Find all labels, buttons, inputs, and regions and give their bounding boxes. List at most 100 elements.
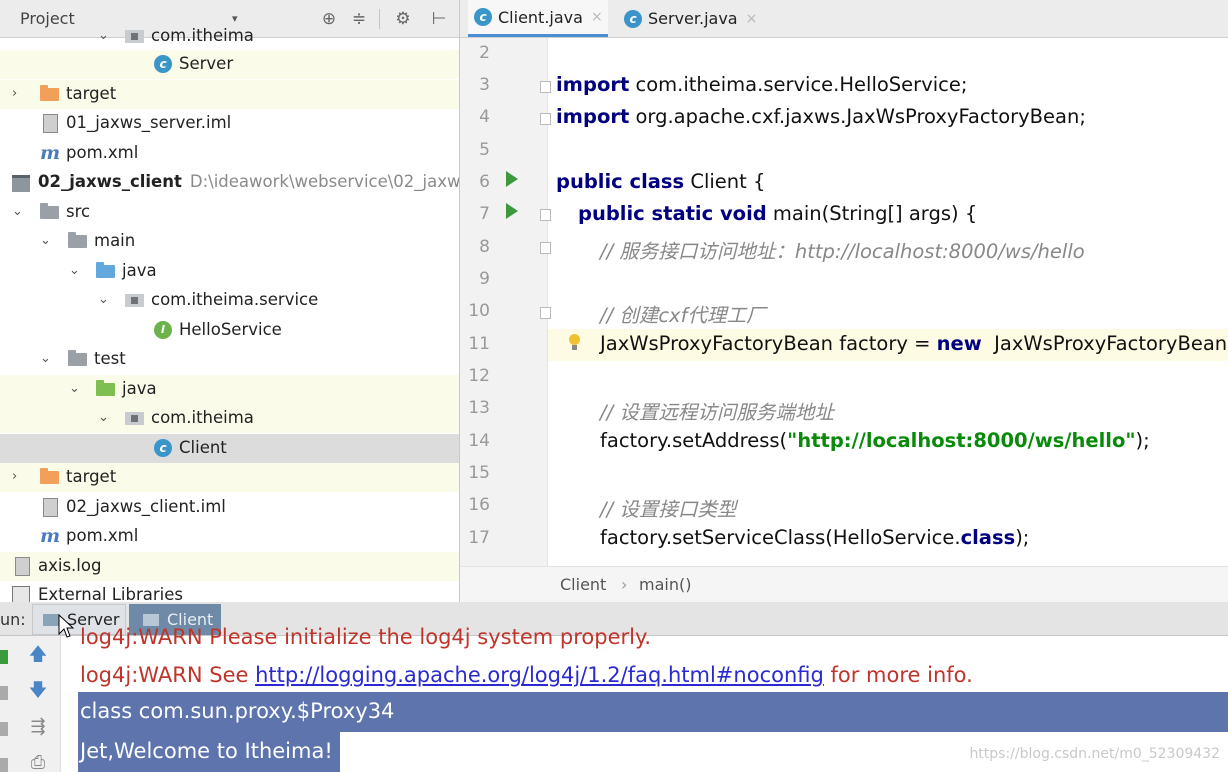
camera-icon[interactable] [0,758,8,772]
code-line: factory.setAddress("http://localhost:800… [548,426,1228,458]
keyword: class [960,526,1016,549]
tree-item-pom[interactable]: m pom.xml [0,139,459,168]
tree-item-label: 01_jaxws_server.iml [66,113,232,132]
tree-item-server[interactable]: c Server [0,50,459,79]
library-icon [12,586,32,602]
code-line: public static void main(String[] args) { [548,199,1228,231]
tree-item-pom-client[interactable]: m pom.xml [0,522,459,551]
comment: // 设置接口类型 [600,498,737,521]
tree-item-com-itheima-top[interactable]: ⌄ com.itheima [0,22,459,51]
chevron-down-icon[interactable]: ⌄ [98,292,112,308]
chevron-down-icon[interactable]: ⌄ [40,233,54,249]
run-icon[interactable] [506,171,518,187]
soft-wrap-icon[interactable]: ⇶ [24,716,52,738]
tree-item-label: External Libraries [38,585,183,602]
rerun-icon[interactable] [0,650,8,664]
code-line: factory.setServiceClass(HelloService.cla… [548,523,1228,555]
chevron-down-icon[interactable]: ⌄ [98,28,112,44]
package-icon [125,27,145,45]
tree-item-external-libraries[interactable]: External Libraries [0,581,459,602]
lightbulb-icon[interactable] [568,334,581,352]
code-line: // 创建cxf代理工厂 [548,296,1228,328]
code-line: // 设置远程访问服务端地址 [548,393,1228,425]
tree-item-label: com.itheima.service [151,290,319,309]
code-line: // 服务接口访问地址：http://localhost:8000/ws/hel… [548,232,1228,264]
module-icon [12,173,32,192]
chevron-down-icon[interactable]: ⌄ [69,263,83,279]
run-toolbar: 🡅 🡇 ⇶ ⎙ [0,636,61,772]
tree-item-server-iml[interactable]: 01_jaxws_server.iml [0,109,459,138]
tree-item-target-client[interactable]: › target [0,463,459,492]
editor-tabs: c Client.java × c Server.java × [460,0,1228,38]
tab-client-java[interactable]: c Client.java × [468,0,608,37]
package-icon [125,409,145,427]
line-number: 7 [479,204,490,224]
line-number: 2 [479,43,490,63]
module-path: D:\ideawork\webservice\02_jaxws_ [189,172,460,191]
console-icon [43,613,59,626]
tree-item-src[interactable]: ⌄ src [0,198,459,227]
arrow-up-icon[interactable]: 🡅 [24,644,52,666]
tree-item-service-package[interactable]: ⌄ com.itheima.service [0,286,459,315]
tree-item-com-itheima[interactable]: ⌄ com.itheima [0,404,459,433]
line-number: 6 [479,172,490,192]
tree-item-target[interactable]: › target [0,80,459,109]
string-literal: "http://localhost:8000/ws/hello" [787,429,1136,452]
keyword: public class [556,170,685,193]
close-icon[interactable]: × [591,9,603,25]
console-text: for more info. [823,663,973,687]
tree-item-label: java [122,379,157,398]
code-area[interactable]: import com.itheima.service.HelloService;… [548,38,1228,567]
line-number: 9 [479,269,490,289]
breadcrumb: Client › main() [460,566,1228,602]
tree-item-client[interactable]: c Client [0,434,459,463]
arrow-down-icon[interactable]: 🡇 [24,680,52,702]
chevron-right-icon[interactable]: › [12,469,26,485]
stop-icon[interactable] [0,686,8,700]
tree-item-test[interactable]: ⌄ test [0,345,459,374]
close-icon[interactable]: × [746,11,758,27]
tree-item-java-test[interactable]: ⌄ java [0,375,459,404]
chevron-down-icon[interactable]: ⌄ [12,204,26,220]
tree-item-main[interactable]: ⌄ main [0,227,459,256]
tree-item-label: Client [179,438,227,457]
chevron-down-icon[interactable]: ⌄ [40,351,54,367]
line-number: 13 [468,398,490,418]
tab-server-java[interactable]: c Server.java × [618,0,763,37]
tree-item-label: pom.xml [66,143,139,162]
chevron-down-icon[interactable]: ⌄ [69,381,83,397]
console-line-selected: class com.sun.proxy.$Proxy34 [78,692,1228,732]
tree-item-label: target [66,84,117,103]
line-number: 17 [468,528,490,548]
breadcrumb-item[interactable]: Client [560,575,606,594]
tree-item-axis-log[interactable]: axis.log [0,552,459,581]
tree-item-label: src [66,202,91,221]
package-icon [125,291,145,309]
console-text: class com.sun.proxy.$Proxy34 [80,699,395,723]
class-icon: c [154,439,174,457]
tree-item-label: 02_jaxws_client.iml [66,497,226,516]
tree-item-helloservice[interactable]: I HelloService [0,316,459,345]
code-text: ); [1135,429,1150,452]
file-icon [40,498,60,517]
code-text: JaxWsProxyFactoryBean factory = [600,332,937,355]
chevron-down-icon[interactable]: ⌄ [98,410,112,426]
print-icon[interactable]: ⎙ [24,752,52,772]
breadcrumb-item[interactable]: main() [639,575,691,594]
pause-icon[interactable] [0,722,8,736]
tab-label: Client.java [498,7,583,27]
tree-item-module-client[interactable]: 02_jaxws_client D:\ideawork\webservice\02… [0,168,459,197]
source-folder-icon [96,262,116,280]
line-number: 5 [479,140,490,160]
code-line: import org.apache.cxf.jaxws.JaxWsProxyFa… [548,102,1228,134]
tree-item-client-iml[interactable]: 02_jaxws_client.iml [0,493,459,522]
code-line-current: JaxWsProxyFactoryBean factory = new JaxW… [548,329,1228,361]
folder-icon [68,350,88,368]
run-icon[interactable] [506,203,518,219]
watermark: https://blog.csdn.net/m0_52309432 [969,746,1220,762]
chevron-right-icon[interactable]: › [12,86,26,102]
tree-item-java-main[interactable]: ⌄ java [0,257,459,286]
project-pane: Project ▾ ⊕ ≑ ⚙ ⊢ ⌄ com.itheima c Server… [0,0,460,602]
breadcrumb-separator: › [621,575,628,594]
console-link[interactable]: http://logging.apache.org/log4j/1.2/faq.… [255,663,824,687]
